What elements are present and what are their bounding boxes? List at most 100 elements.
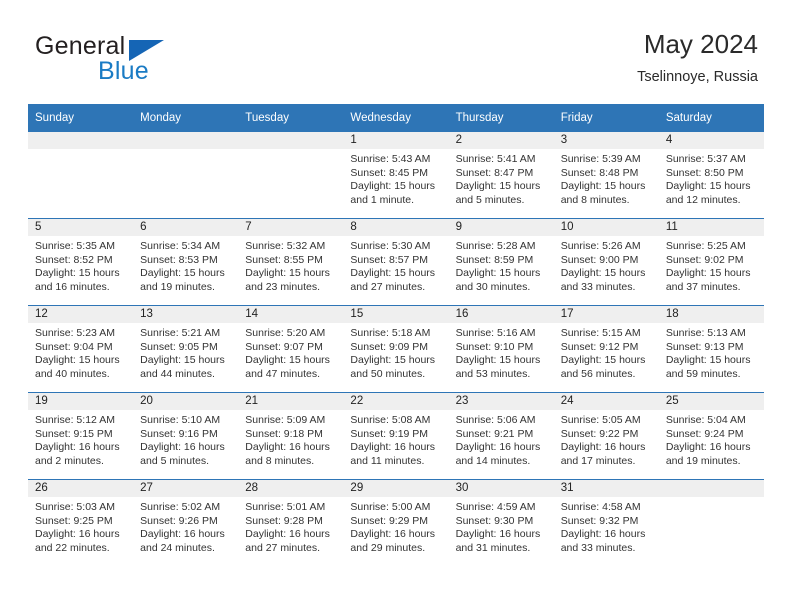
- calendar-day-cell[interactable]: 7 Sunrise: 5:32 AM Sunset: 8:55 PM Daylight…: [238, 218, 344, 306]
- calendar-day-cell[interactable]: 29 Sunrise: 5:00 AM Sunset: 9:29 PM Dayligh…: [343, 479, 449, 566]
- calendar-day-cell[interactable]: 10 Sunrise: 5:26 AM Sunset: 9:00 PM Dayligh…: [553, 218, 659, 306]
- calendar-day-cell[interactable]: 15 Sunrise: 5:18 AM Sunset: 9:09 PM Dayligh…: [343, 305, 449, 393]
- day-number: 8: [343, 219, 449, 236]
- daylight-text-line1: Daylight: 15 hours: [665, 180, 751, 193]
- weekday-header-sunday: Sunday: [28, 104, 134, 132]
- calendar-day-cell[interactable]: 26 Sunrise: 5:03 AM Sunset: 9:25 PM Dayligh…: [28, 479, 134, 566]
- daylight-text-line2: and 16 minutes.: [35, 280, 110, 293]
- daylight-text-line2: and 1 minute.: [350, 193, 415, 206]
- sunrise-text: Sunrise: 5:09 AM: [245, 414, 326, 426]
- title-block: May 2024 Tselinnoye, Russia: [637, 28, 758, 88]
- sunset-text: Sunset: 9:02 PM: [665, 253, 744, 266]
- calendar-day-cell[interactable]: 6 Sunrise: 5:34 AM Sunset: 8:53 PM Daylight…: [133, 218, 239, 306]
- daylight-text-line2: and 22 minutes.: [35, 541, 110, 554]
- daylight-text-line1: Daylight: 16 hours: [560, 441, 646, 454]
- calendar-day-cell[interactable]: 9 Sunrise: 5:28 AM Sunset: 8:59 PM Daylight…: [448, 218, 554, 306]
- daylight-text-line1: Daylight: 15 hours: [665, 354, 751, 367]
- sunrise-text: Sunrise: 5:41 AM: [455, 153, 536, 165]
- day-number: 26: [28, 480, 134, 497]
- sunset-text: Sunset: 9:30 PM: [455, 514, 534, 527]
- daylight-text-line1: Daylight: 16 hours: [35, 441, 120, 454]
- calendar-week-row: 5 Sunrise: 5:35 AM Sunset: 8:52 PM Daylight…: [28, 218, 764, 306]
- daylight-text-line1: Daylight: 15 hours: [245, 267, 330, 280]
- calendar-day-cell[interactable]: 31 Sunrise: 4:58 AM Sunset: 9:32 PM Dayligh…: [553, 479, 659, 566]
- day-cell-inner: 6 Sunrise: 5:34 AM Sunset: 8:53 PM Daylight…: [133, 219, 239, 305]
- calendar-day-cell[interactable]: 30 Sunrise: 4:59 AM Sunset: 9:30 PM Dayligh…: [448, 479, 554, 566]
- daylight-text-line1: Daylight: 15 hours: [350, 354, 436, 367]
- daylight-text-line1: Daylight: 16 hours: [665, 441, 751, 454]
- day-cell-inner: 13 Sunrise: 5:21 AM Sunset: 9:05 PM Dayligh…: [133, 306, 239, 392]
- calendar-day-cell[interactable]: 20 Sunrise: 5:10 AM Sunset: 9:16 PM Dayligh…: [133, 392, 239, 480]
- day-cell-inner: 18 Sunrise: 5:13 AM Sunset: 9:13 PM Dayligh…: [658, 306, 764, 392]
- calendar-day-cell[interactable]: 24 Sunrise: 5:05 AM Sunset: 9:22 PM Dayligh…: [553, 392, 659, 480]
- day-details: Sunrise: 5:26 AM Sunset: 9:00 PM Daylight:…: [554, 236, 659, 294]
- daylight-text-line1: Daylight: 15 hours: [35, 267, 120, 280]
- daylight-text-line1: Daylight: 15 hours: [560, 354, 646, 367]
- sunrise-text: Sunrise: 5:02 AM: [140, 501, 221, 513]
- sunrise-text: Sunrise: 5:10 AM: [140, 414, 221, 426]
- calendar-day-cell[interactable]: 5 Sunrise: 5:35 AM Sunset: 8:52 PM Daylight…: [28, 218, 134, 306]
- sunrise-text: Sunrise: 5:37 AM: [665, 153, 746, 165]
- calendar-day-cell[interactable]: 4 Sunrise: 5:37 AM Sunset: 8:50 PM Daylight…: [658, 132, 764, 219]
- sunrise-text: Sunrise: 5:13 AM: [665, 327, 746, 339]
- daylight-text-line1: Daylight: 15 hours: [245, 354, 330, 367]
- day-details: Sunrise: 5:00 AM Sunset: 9:29 PM Daylight:…: [343, 497, 448, 555]
- day-number: [133, 132, 239, 149]
- daylight-text-line2: and 44 minutes.: [140, 367, 215, 380]
- calendar-day-cell[interactable]: 17 Sunrise: 5:15 AM Sunset: 9:12 PM Dayligh…: [553, 305, 659, 393]
- weekday-header-friday: Friday: [553, 104, 659, 132]
- calendar-day-cell[interactable]: 3 Sunrise: 5:39 AM Sunset: 8:48 PM Daylight…: [553, 132, 659, 219]
- day-cell-inner: 4 Sunrise: 5:37 AM Sunset: 8:50 PM Daylight…: [658, 132, 764, 218]
- calendar-day-cell[interactable]: 14 Sunrise: 5:20 AM Sunset: 9:07 PM Dayligh…: [238, 305, 344, 393]
- daylight-text-line1: Daylight: 16 hours: [560, 528, 646, 541]
- day-cell-inner: 9 Sunrise: 5:28 AM Sunset: 8:59 PM Daylight…: [448, 219, 554, 305]
- calendar-day-cell[interactable]: 1 Sunrise: 5:43 AM Sunset: 8:45 PM Daylight…: [343, 132, 449, 219]
- calendar-empty-cell: [133, 132, 239, 219]
- calendar-day-cell[interactable]: 16 Sunrise: 5:16 AM Sunset: 9:10 PM Dayligh…: [448, 305, 554, 393]
- page-header: General Blue May 2024 Tselinnoye, Russia: [28, 28, 758, 98]
- sunset-text: Sunset: 9:04 PM: [35, 340, 113, 353]
- calendar-day-cell[interactable]: 12 Sunrise: 5:23 AM Sunset: 9:04 PM Dayligh…: [28, 305, 134, 393]
- general-blue-logo[interactable]: General Blue: [35, 32, 265, 94]
- calendar-day-cell[interactable]: 13 Sunrise: 5:21 AM Sunset: 9:05 PM Dayligh…: [133, 305, 239, 393]
- sunrise-text: Sunrise: 5:34 AM: [140, 240, 221, 252]
- daylight-text-line2: and 56 minutes.: [560, 367, 636, 380]
- day-number: 18: [658, 306, 764, 323]
- daylight-text-line1: Daylight: 15 hours: [140, 354, 225, 367]
- calendar-day-cell[interactable]: 23 Sunrise: 5:06 AM Sunset: 9:21 PM Dayligh…: [448, 392, 554, 480]
- weekday-header-thursday: Thursday: [448, 104, 554, 132]
- day-number: 17: [553, 306, 659, 323]
- calendar-day-cell[interactable]: 21 Sunrise: 5:09 AM Sunset: 9:18 PM Dayligh…: [238, 392, 344, 480]
- calendar-empty-cell: [658, 479, 764, 566]
- daylight-text-line1: Daylight: 15 hours: [665, 267, 751, 280]
- sunset-text: Sunset: 8:57 PM: [350, 253, 429, 266]
- day-number: 16: [448, 306, 554, 323]
- day-details: Sunrise: 5:30 AM Sunset: 8:57 PM Daylight:…: [343, 236, 448, 294]
- daylight-text-line1: Daylight: 16 hours: [140, 441, 225, 454]
- calendar-day-cell[interactable]: 2 Sunrise: 5:41 AM Sunset: 8:47 PM Daylight…: [448, 132, 554, 219]
- day-details: Sunrise: 5:10 AM Sunset: 9:16 PM Daylight:…: [133, 410, 238, 468]
- calendar-day-cell[interactable]: 28 Sunrise: 5:01 AM Sunset: 9:28 PM Dayligh…: [238, 479, 344, 566]
- day-details: Sunrise: 5:03 AM Sunset: 9:25 PM Daylight:…: [28, 497, 133, 555]
- day-details: Sunrise: 5:39 AM Sunset: 8:48 PM Daylight:…: [554, 149, 659, 207]
- calendar-day-cell[interactable]: 18 Sunrise: 5:13 AM Sunset: 9:13 PM Dayligh…: [658, 305, 764, 393]
- daylight-text-line2: and 37 minutes.: [665, 280, 741, 293]
- calendar-day-cell[interactable]: 27 Sunrise: 5:02 AM Sunset: 9:26 PM Dayligh…: [133, 479, 239, 566]
- calendar-day-cell[interactable]: 11 Sunrise: 5:25 AM Sunset: 9:02 PM Dayligh…: [658, 218, 764, 306]
- calendar-day-cell[interactable]: 22 Sunrise: 5:08 AM Sunset: 9:19 PM Dayligh…: [343, 392, 449, 480]
- daylight-text-line2: and 33 minutes.: [560, 280, 636, 293]
- day-cell-inner: 12 Sunrise: 5:23 AM Sunset: 9:04 PM Dayligh…: [28, 306, 134, 392]
- calendar-day-cell[interactable]: 19 Sunrise: 5:12 AM Sunset: 9:15 PM Dayligh…: [28, 392, 134, 480]
- day-cell-inner: 1 Sunrise: 5:43 AM Sunset: 8:45 PM Daylight…: [343, 132, 449, 218]
- daylight-text-line1: Daylight: 16 hours: [455, 528, 541, 541]
- calendar-day-cell[interactable]: 8 Sunrise: 5:30 AM Sunset: 8:57 PM Daylight…: [343, 218, 449, 306]
- sunrise-text: Sunrise: 5:23 AM: [35, 327, 115, 339]
- sunrise-text: Sunrise: 5:26 AM: [560, 240, 641, 252]
- day-details: Sunrise: 5:12 AM Sunset: 9:15 PM Daylight:…: [28, 410, 133, 468]
- day-details: Sunrise: 5:08 AM Sunset: 9:19 PM Daylight:…: [343, 410, 448, 468]
- sunset-text: Sunset: 9:12 PM: [560, 340, 639, 353]
- sunrise-text: Sunrise: 5:08 AM: [350, 414, 431, 426]
- day-details: Sunrise: 5:21 AM Sunset: 9:05 PM Daylight:…: [133, 323, 238, 381]
- calendar-day-cell[interactable]: 25 Sunrise: 5:04 AM Sunset: 9:24 PM Dayligh…: [658, 392, 764, 480]
- sunset-text: Sunset: 8:47 PM: [455, 166, 534, 179]
